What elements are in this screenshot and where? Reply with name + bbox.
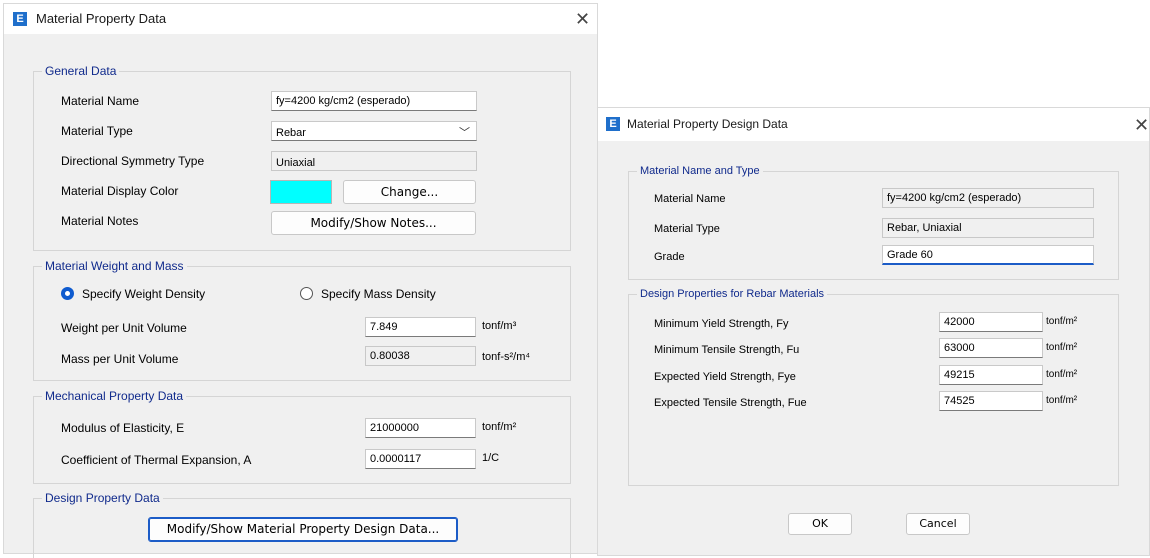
- fy-input[interactable]: 42000: [939, 312, 1043, 332]
- ok-button[interactable]: OK: [788, 513, 852, 535]
- weight-unit: tonf/m³: [482, 320, 517, 332]
- fy-unit: tonf/m²: [1046, 316, 1078, 327]
- group-legend: Material Weight and Mass: [42, 259, 187, 274]
- fue-input[interactable]: 74525: [939, 391, 1043, 411]
- modulus-input[interactable]: 21000000: [365, 418, 476, 438]
- chevron-down-icon: ﹀: [459, 127, 470, 139]
- material-type-select[interactable]: Rebar ﹀: [271, 121, 477, 141]
- cancel-button[interactable]: Cancel: [906, 513, 970, 535]
- material-type-value: Rebar: [276, 127, 306, 139]
- modulus-label: Modulus of Elasticity, E: [61, 421, 185, 435]
- grade-label: Grade: [654, 251, 685, 263]
- general-data-group: General Data Material Name fy=4200 kg/cm…: [33, 64, 571, 251]
- group-legend: Material Name and Type: [637, 164, 763, 179]
- material-type-label: Material Type: [654, 223, 720, 235]
- mass-per-volume-field: 0.80038: [365, 346, 476, 366]
- weight-per-volume-input[interactable]: 7.849: [365, 317, 476, 337]
- group-legend: Design Property Data: [42, 491, 163, 506]
- weight-density-radio[interactable]: [61, 287, 74, 300]
- material-name-field: fy=4200 kg/cm2 (esperado): [882, 188, 1094, 208]
- group-legend: General Data: [42, 64, 120, 79]
- change-color-button[interactable]: Change...: [343, 180, 476, 204]
- weight-mass-group: Material Weight and Mass Specify Weight …: [33, 259, 571, 381]
- modify-design-data-button[interactable]: Modify/Show Material Property Design Dat…: [148, 517, 458, 542]
- dialog-titlebar: E Material Property Design Data ✕: [598, 108, 1149, 141]
- dialog-titlebar: E Material Property Data ✕: [4, 4, 597, 34]
- grade-input[interactable]: Grade 60: [882, 245, 1094, 265]
- modulus-unit: tonf/m²: [482, 421, 517, 433]
- material-type-field: Rebar, Uniaxial: [882, 218, 1094, 238]
- display-color-swatch: [270, 180, 332, 204]
- material-type-label: Material Type: [61, 124, 133, 138]
- weight-per-volume-label: Weight per Unit Volume: [61, 321, 187, 335]
- fue-label: Expected Tensile Strength, Fue: [654, 397, 807, 409]
- material-name-input[interactable]: fy=4200 kg/cm2 (esperado): [271, 91, 477, 111]
- etabs-app-icon: E: [13, 12, 27, 26]
- fu-label: Minimum Tensile Strength, Fu: [654, 344, 800, 356]
- material-property-data-dialog: E Material Property Data ✕ General Data …: [3, 3, 598, 558]
- close-icon[interactable]: ✕: [575, 10, 590, 28]
- rebar-design-properties-group: Design Properties for Rebar Materials Mi…: [628, 287, 1119, 486]
- mechanical-property-group: Mechanical Property Data Modulus of Elas…: [33, 389, 571, 484]
- modify-notes-button[interactable]: Modify/Show Notes...: [271, 211, 476, 235]
- fye-label: Expected Yield Strength, Fye: [654, 371, 796, 383]
- material-notes-label: Material Notes: [61, 214, 139, 228]
- mass-density-radio[interactable]: [300, 287, 313, 300]
- fu-input[interactable]: 63000: [939, 338, 1043, 358]
- fu-unit: tonf/m²: [1046, 342, 1078, 353]
- mass-density-option-label[interactable]: Specify Mass Density: [321, 287, 436, 301]
- dialog-title: Material Property Design Data: [627, 117, 788, 131]
- close-icon[interactable]: ✕: [1134, 116, 1149, 134]
- thermal-coefficient-label: Coefficient of Thermal Expansion, A: [61, 453, 252, 467]
- fue-unit: tonf/m²: [1046, 395, 1078, 406]
- fy-label: Minimum Yield Strength, Fy: [654, 318, 789, 330]
- fye-input[interactable]: 49215: [939, 365, 1043, 385]
- mass-unit: tonf-s²/m⁴: [482, 351, 531, 363]
- dialog-title: Material Property Data: [36, 11, 167, 26]
- group-legend: Design Properties for Rebar Materials: [637, 287, 828, 302]
- thermal-coefficient-input[interactable]: 0.0000117: [365, 449, 476, 469]
- symmetry-type-field: Uniaxial: [271, 151, 477, 171]
- name-type-group: Material Name and Type Material Name fy=…: [628, 164, 1119, 280]
- thermal-unit: 1/C: [482, 452, 500, 464]
- display-color-label: Material Display Color: [61, 184, 179, 198]
- mass-per-volume-label: Mass per Unit Volume: [61, 352, 179, 366]
- symmetry-type-label: Directional Symmetry Type: [61, 154, 205, 168]
- etabs-app-icon: E: [606, 117, 620, 131]
- group-legend: Mechanical Property Data: [42, 389, 187, 404]
- weight-density-option-label[interactable]: Specify Weight Density: [82, 287, 205, 301]
- material-name-label: Material Name: [654, 193, 726, 205]
- design-property-group: Design Property Data Modify/Show Materia…: [33, 491, 571, 558]
- fye-unit: tonf/m²: [1046, 369, 1078, 380]
- material-name-label: Material Name: [61, 94, 140, 108]
- material-property-design-data-dialog: E Material Property Design Data ✕ Materi…: [597, 107, 1150, 556]
